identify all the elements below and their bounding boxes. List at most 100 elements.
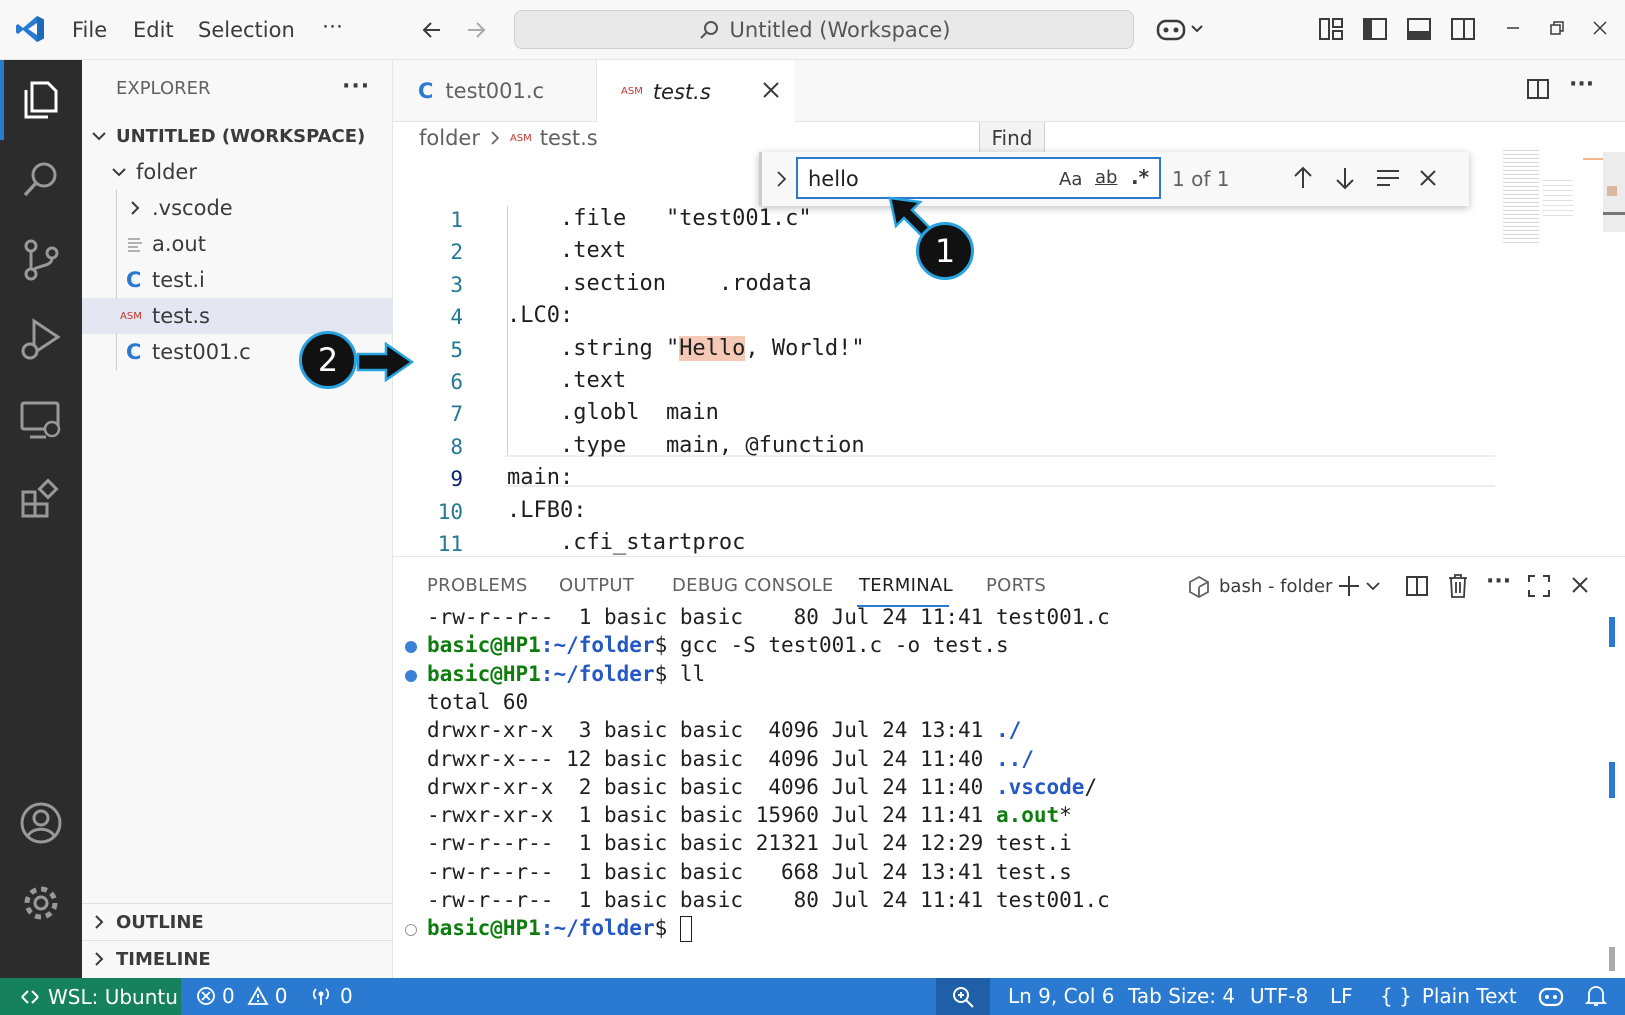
- language-mode[interactable]: { } Plain Text: [1380, 984, 1517, 1008]
- split-terminal-icon[interactable]: [1405, 574, 1429, 598]
- c-lang-icon: C: [126, 340, 142, 364]
- terminal-scrollbar[interactable]: [1599, 617, 1619, 972]
- breadcrumb-folder[interactable]: folder: [419, 126, 480, 150]
- workspace-header[interactable]: UNTITLED (WORKSPACE): [82, 118, 393, 154]
- ports-indicator[interactable]: 0: [310, 984, 353, 1008]
- next-match-icon[interactable]: [1334, 166, 1356, 190]
- remote-explorer-icon[interactable]: [18, 397, 64, 443]
- remote-indicator[interactable]: WSL: Ubuntu: [0, 978, 181, 1015]
- command-decoration-icon[interactable]: [405, 669, 417, 682]
- menu-edit[interactable]: Edit: [133, 18, 174, 42]
- tree-item-test-i[interactable]: C test.i: [82, 262, 393, 298]
- editor-scrollbar[interactable]: [1603, 152, 1625, 232]
- terminal-line: drwxr-xr-x 2 basic basic 4096 Jul 24 11:…: [427, 775, 1097, 799]
- close-find-icon[interactable]: [1418, 168, 1438, 188]
- source-control-icon[interactable]: [18, 237, 64, 283]
- chevron-down-icon[interactable]: [1365, 579, 1381, 593]
- folder-name: folder: [136, 160, 197, 184]
- gear-icon[interactable]: [18, 880, 64, 926]
- split-editor-icon[interactable]: [1526, 77, 1550, 101]
- code-line: .text: [507, 238, 627, 264]
- find-input-box[interactable]: hello Aa ab .*: [796, 157, 1161, 199]
- chevron-right-icon: [488, 130, 502, 146]
- copilot-icon[interactable]: [1156, 15, 1204, 43]
- ls-suffix: *: [1059, 803, 1072, 828]
- ls-meta: drwxr-x--- 12 basic basic 4096 Jul 24 11…: [427, 746, 996, 771]
- end-of-line[interactable]: LF: [1330, 984, 1353, 1008]
- tab-terminal[interactable]: TERMINAL: [859, 575, 953, 596]
- tab-label: test.s: [652, 79, 711, 104]
- accounts-icon[interactable]: [18, 800, 64, 846]
- tab-debug-console[interactable]: DEBUG CONSOLE: [672, 575, 834, 596]
- search-icon[interactable]: [18, 157, 64, 203]
- line-number: 9: [450, 467, 463, 492]
- command-center-search[interactable]: Untitled (Workspace): [514, 10, 1134, 49]
- explorer-more-button[interactable]: ···: [342, 74, 370, 99]
- tree-item-aout[interactable]: a.out: [82, 226, 393, 262]
- tree-item-vscode[interactable]: .vscode: [82, 190, 393, 226]
- extensions-icon[interactable]: [18, 477, 64, 523]
- timeline-section[interactable]: TIMELINE: [82, 941, 393, 977]
- tab-test001-c[interactable]: C test001.c: [393, 60, 597, 122]
- breadcrumb-file[interactable]: test.s: [540, 126, 598, 150]
- cursor-position[interactable]: Ln 9, Col 6: [1008, 984, 1114, 1008]
- menu-file[interactable]: File: [72, 18, 107, 42]
- command-decoration-icon[interactable]: [405, 641, 417, 654]
- find-input[interactable]: hello: [808, 167, 859, 191]
- customize-layout-icon[interactable]: [1318, 16, 1344, 42]
- maximize-panel-icon[interactable]: [1527, 574, 1551, 598]
- panel-more-icon[interactable]: ···: [1486, 569, 1511, 594]
- close-window-icon[interactable]: [1592, 20, 1608, 36]
- back-arrow-icon[interactable]: [420, 18, 444, 42]
- match-case-button[interactable]: Aa: [1059, 169, 1082, 190]
- zoom-indicator[interactable]: [936, 978, 990, 1015]
- bottom-panel: PROBLEMS OUTPUT DEBUG CONSOLE TERMINAL P…: [393, 556, 1625, 978]
- tab-ports[interactable]: PORTS: [986, 575, 1046, 596]
- code-editor[interactable]: folder ASM test.s Find hello Aa ab .* 1 …: [393, 122, 1625, 556]
- terminal-shell-label[interactable]: bash - folder: [1219, 576, 1332, 597]
- encoding[interactable]: UTF-8: [1250, 984, 1308, 1008]
- problems-indicator[interactable]: 0 0: [196, 984, 287, 1008]
- editor-more-icon[interactable]: ···: [1569, 72, 1594, 97]
- warning-count: 0: [274, 984, 288, 1008]
- code-line: .LC0:: [507, 303, 574, 329]
- copilot-status-icon[interactable]: [1538, 984, 1564, 1008]
- tab-output[interactable]: OUTPUT: [559, 575, 634, 596]
- forward-arrow-icon[interactable]: [464, 18, 488, 42]
- restore-icon[interactable]: [1549, 20, 1565, 36]
- menu-more[interactable]: ⋯: [322, 14, 343, 38]
- tree-item-test-s[interactable]: ASM test.s: [82, 298, 393, 334]
- prompt-user: basic@HP1: [427, 633, 541, 658]
- close-panel-icon[interactable]: [1570, 575, 1590, 595]
- outline-section[interactable]: OUTLINE: [82, 904, 393, 940]
- trash-icon[interactable]: [1447, 573, 1469, 599]
- command-center-label: Untitled (Workspace): [729, 17, 951, 42]
- minimize-icon[interactable]: [1505, 20, 1521, 36]
- toggle-replace-icon[interactable]: [774, 169, 790, 189]
- file-lines-icon: [126, 235, 148, 253]
- toggle-panel-icon[interactable]: [1406, 16, 1432, 42]
- c-lang-icon: C: [418, 79, 434, 103]
- prompt-user: basic@HP1: [427, 916, 541, 941]
- tab-size[interactable]: Tab Size: 4: [1128, 984, 1235, 1008]
- code-text: .string ": [507, 335, 680, 361]
- find-tooltip-text: Find: [991, 126, 1033, 150]
- find-in-selection-icon[interactable]: [1376, 168, 1400, 188]
- new-terminal-icon[interactable]: [1337, 574, 1361, 598]
- run-debug-icon[interactable]: [18, 317, 64, 363]
- bell-icon[interactable]: [1585, 984, 1607, 1008]
- menu-selection[interactable]: Selection: [198, 18, 295, 42]
- whole-word-button[interactable]: ab: [1095, 167, 1117, 188]
- tab-test-s[interactable]: ASM test.s: [597, 60, 795, 123]
- regex-button[interactable]: .*: [1131, 165, 1149, 189]
- command-decoration-icon[interactable]: [405, 924, 417, 937]
- close-icon[interactable]: [761, 80, 781, 100]
- explorer-icon[interactable]: [18, 77, 64, 123]
- toggle-primary-sidebar-icon[interactable]: [1362, 16, 1388, 42]
- folder-row[interactable]: folder: [82, 154, 393, 190]
- terminal-line: total 60: [427, 689, 529, 714]
- toggle-secondary-sidebar-icon[interactable]: [1450, 16, 1476, 42]
- tab-problems[interactable]: PROBLEMS: [427, 575, 528, 596]
- previous-match-icon[interactable]: [1292, 166, 1314, 190]
- terminal-line: -rw-r--r-- 1 basic basic 80 Jul 24 11:41…: [427, 888, 1110, 912]
